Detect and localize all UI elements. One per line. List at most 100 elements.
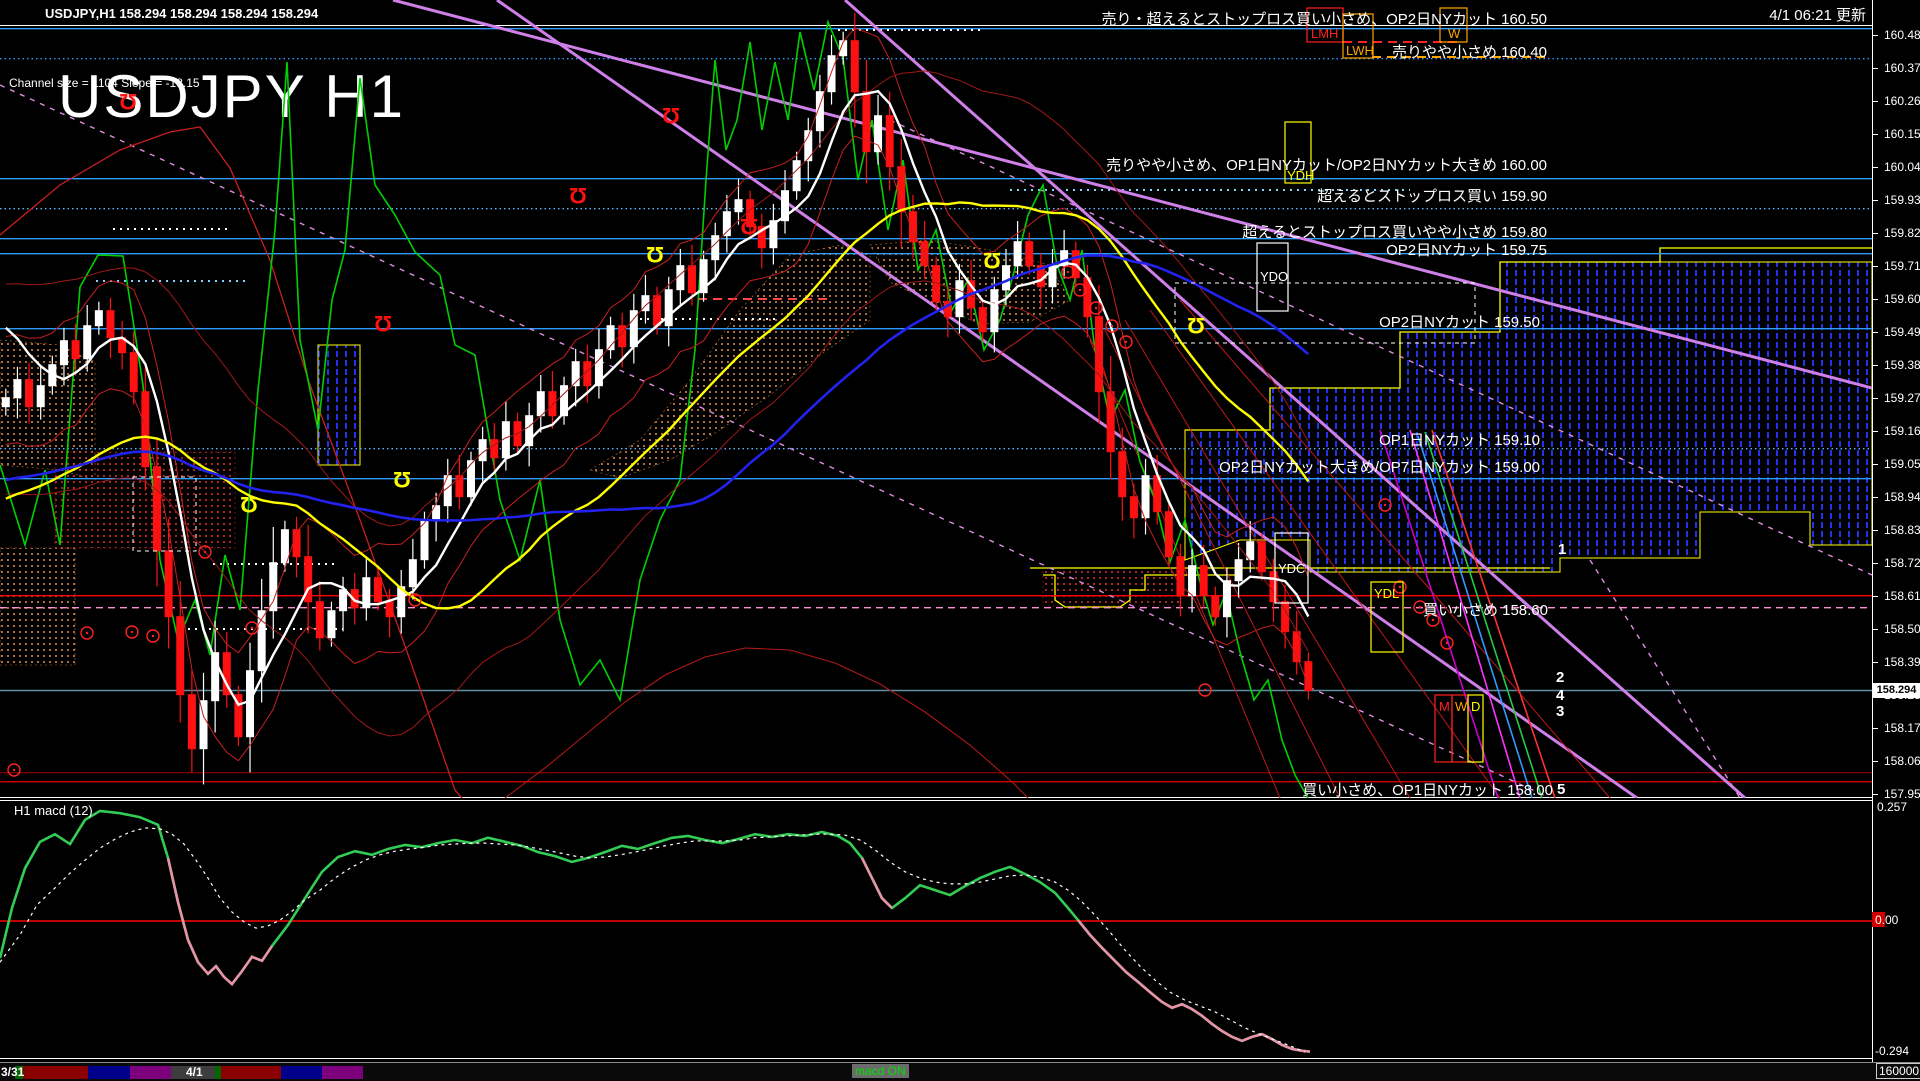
session-color-segment: [23, 1066, 88, 1079]
omega-marker-red: Ω: [119, 89, 137, 114]
macd-min-value: -0.294: [1875, 1044, 1909, 1058]
candle-body: [898, 167, 905, 212]
candle-body: [991, 290, 998, 332]
candle-body: [95, 311, 102, 326]
candle-body: [60, 341, 67, 365]
candle-body: [491, 440, 498, 458]
omega-marker-yellow: Ω: [646, 242, 664, 267]
tag-label-ydo: YDO: [1260, 269, 1288, 284]
price-axis-label: 158.940: [1884, 490, 1920, 504]
candle-body: [654, 296, 661, 326]
price-level-annotation: 買い小さめ、OP1日NYカット 158.00: [1302, 779, 1553, 800]
last-updated-timestamp: 4/1 06:21 更新: [1769, 4, 1866, 25]
signal-circle-dot: [1111, 325, 1113, 327]
signal-circle-dot: [251, 627, 253, 629]
macd-zero-value: 0.00: [1875, 913, 1898, 927]
omega-marker-red: Ω: [662, 103, 680, 128]
candle-body: [677, 266, 684, 290]
omega-marker-yellow: Ω: [1187, 313, 1205, 338]
price-axis-label: 160.370: [1884, 61, 1920, 75]
price-level-annotation: 売りやや小さめ 160.40: [1392, 41, 1547, 62]
axis-tick: [1872, 101, 1878, 102]
candle-body: [340, 590, 347, 611]
sequence-number: 4: [1556, 687, 1565, 704]
macd-pane-title: H1 macd (12): [14, 803, 93, 818]
price-axis-label: 158.500: [1884, 622, 1920, 636]
signal-circle-dot: [1079, 289, 1081, 291]
signal-circle-dot: [1384, 504, 1386, 506]
price-level-annotation: OP2日NYカット大きめ/OP7日NYカット 159.00: [1219, 456, 1540, 477]
price-axis-label: 160.150: [1884, 127, 1920, 141]
price-axis-label: 160.260: [1884, 94, 1920, 108]
axis-tick: [1872, 233, 1878, 234]
ma-line: [6, 28, 1309, 653]
axis-tick: [1872, 728, 1878, 729]
candle-body: [875, 116, 882, 152]
candle-body: [1165, 512, 1172, 557]
candle-body: [1235, 560, 1242, 581]
axis-tick: [1872, 530, 1878, 531]
candle-body: [421, 521, 428, 560]
candle-body: [1014, 242, 1021, 266]
axis-tick: [1872, 761, 1878, 762]
macd-indicator-pane[interactable]: [0, 801, 1872, 1058]
omega-marker-red: Ω: [374, 311, 392, 336]
signal-circle-dot: [204, 551, 206, 553]
axis-tick: [1872, 794, 1878, 795]
signal-circle-dot: [13, 769, 15, 771]
price-axis-label: 159.380: [1884, 358, 1920, 372]
candle-body: [793, 161, 800, 191]
session-color-segment: [221, 1066, 281, 1079]
candle-body: [456, 476, 463, 497]
price-level-annotation: OP2日NYカット 159.50: [1379, 311, 1540, 332]
axis-tick: [1872, 68, 1878, 69]
candle-body: [1119, 452, 1126, 497]
candle-body: [851, 41, 858, 92]
red-arc-line: [505, 648, 1028, 798]
candle-body: [14, 380, 21, 398]
macd-toggle-button[interactable]: macd ON: [852, 1064, 909, 1078]
blue-cloud: [318, 345, 360, 465]
candle-body: [1177, 557, 1184, 596]
date-label-mid: 4/1: [186, 1065, 203, 1079]
candle-body: [863, 92, 870, 152]
price-axis-label: 159.490: [1884, 325, 1920, 339]
candle-body: [468, 461, 475, 497]
candle-body: [374, 578, 381, 602]
main-price-chart[interactable]: ΩΩΩΩΩΩΩΩΩΩLMHLWHWYDHYDOYDCYDLMWD12435: [0, 0, 1872, 798]
tag-label-lwh: LWH: [1346, 43, 1374, 58]
candle-body: [1305, 662, 1312, 691]
candle-body: [549, 392, 556, 416]
candle-body: [270, 563, 277, 611]
candle-body: [688, 266, 695, 293]
candle-body: [537, 392, 544, 416]
macd-main-line: [0, 811, 1310, 1052]
session-color-segment: [281, 1066, 322, 1079]
axis-tick: [1872, 431, 1878, 432]
signal-circle-dot: [1446, 642, 1448, 644]
price-axis-label: 159.930: [1884, 193, 1920, 207]
price-axis-label: 158.170: [1884, 721, 1920, 735]
axis-tick: [1872, 299, 1878, 300]
date-label-start: 3/31: [1, 1065, 24, 1079]
time-axis-bar[interactable]: 3/31 4/1 macd ON: [0, 1062, 1920, 1081]
candle-body: [26, 380, 33, 407]
macd-down-segment: [1078, 920, 1310, 1052]
session-color-segment: [322, 1066, 363, 1079]
axis-tick: [1872, 35, 1878, 36]
candle-body: [1270, 572, 1277, 602]
signal-circle-dot: [414, 599, 416, 601]
symbol-ohlc-readout: USDJPY,H1 158.294 158.294 158.294 158.29…: [45, 6, 318, 21]
signal-circle-dot: [152, 635, 154, 637]
sequence-number: 3: [1556, 703, 1564, 720]
candle-body: [386, 602, 393, 617]
axis-tick: [1872, 563, 1878, 564]
omega-marker-yellow: Ω: [393, 467, 411, 492]
candle-body: [712, 236, 719, 260]
signal-circle-dot: [1125, 341, 1127, 343]
candle-body: [328, 611, 335, 638]
axis-tick: [1872, 200, 1878, 201]
price-level-annotation: OP2日NYカット 159.75: [1386, 239, 1547, 260]
signal-circle-dot: [1067, 271, 1069, 273]
candle-body: [444, 476, 451, 506]
